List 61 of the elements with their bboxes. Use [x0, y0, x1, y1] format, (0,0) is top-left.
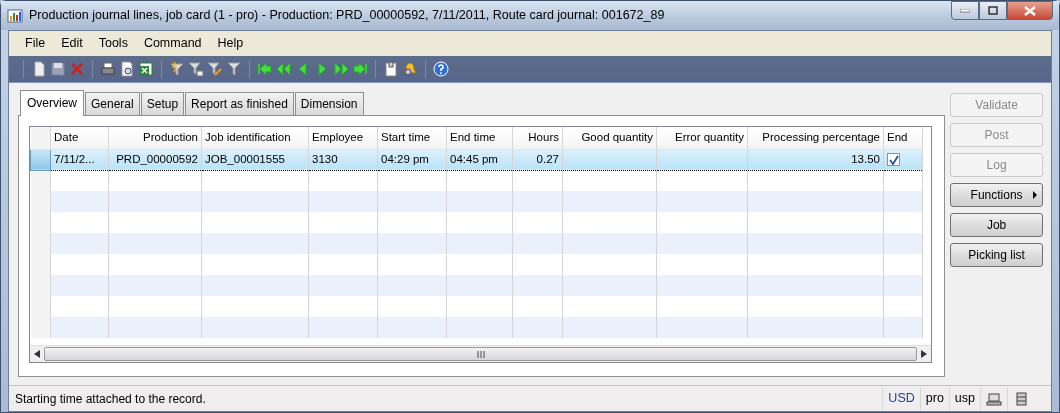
previous-page-icon[interactable] [276, 61, 292, 77]
save-icon[interactable] [50, 61, 66, 77]
minimize-button[interactable] [951, 1, 979, 20]
menu-item[interactable]: Tools [90, 34, 136, 53]
column-header[interactable]: Error quantity [656, 127, 748, 149]
column-header[interactable]: End time [446, 127, 513, 149]
help-icon[interactable] [433, 61, 449, 77]
column-header[interactable]: Start time [377, 127, 447, 149]
filter-icon[interactable] [188, 61, 204, 77]
status-message: Starting time attached to the record. [14, 390, 207, 408]
action-button[interactable]: Picking list [950, 243, 1043, 267]
submenu-arrow-icon [1033, 191, 1037, 199]
print-preview-icon[interactable] [119, 61, 135, 77]
tab[interactable]: Setup [140, 92, 185, 115]
grip-icon [476, 350, 485, 358]
window-title: Production journal lines, job card (1 - pro) - Production: PRD_00000592, 7/11/2011, Route card journal: 001672_89 [29, 7, 665, 25]
status-field[interactable]: pro [919, 387, 949, 410]
filter-icon[interactable] [169, 61, 185, 77]
tab[interactable]: Report as finished [185, 92, 294, 115]
column-header[interactable]: Employee [308, 127, 378, 149]
filter-icon[interactable] [207, 61, 223, 77]
column-header[interactable]: Production [108, 127, 202, 149]
bell-icon[interactable] [402, 61, 418, 77]
column-header[interactable]: End [883, 127, 923, 149]
tab[interactable]: Dimension [294, 92, 364, 115]
column-header[interactable]: Processing percentage [747, 127, 884, 149]
document-icon[interactable] [383, 61, 399, 77]
tab[interactable]: Overview [20, 90, 84, 116]
database-icon[interactable] [1013, 390, 1029, 407]
column-header[interactable]: Hours [512, 127, 563, 149]
spreadsheet-icon[interactable] [138, 61, 154, 77]
new-document-icon[interactable] [31, 61, 47, 77]
maximize-button[interactable] [979, 1, 1007, 20]
check-icon [888, 154, 899, 165]
app-icon [7, 7, 23, 24]
menu-item[interactable]: Help [209, 34, 252, 53]
next-page-icon[interactable] [333, 61, 349, 77]
status-field[interactable]: usp [948, 387, 980, 410]
tab[interactable]: General [85, 92, 140, 115]
menu-item[interactable]: Edit [53, 34, 91, 53]
menu-item[interactable]: File [17, 34, 54, 53]
close-button[interactable] [1007, 1, 1053, 20]
column-header[interactable]: Date [50, 127, 109, 149]
close-icon [1024, 5, 1036, 16]
first-record-icon[interactable] [257, 61, 273, 77]
minimize-icon [960, 8, 970, 13]
menu-item[interactable]: Command [135, 34, 210, 53]
scrollbar-thumb[interactable] [44, 347, 918, 361]
action-button[interactable]: Functions [950, 183, 1043, 207]
print-icon[interactable] [100, 61, 116, 77]
scroll-left-icon[interactable] [34, 350, 40, 358]
maximize-icon [988, 6, 998, 15]
column-header[interactable]: Good quantity [562, 127, 657, 149]
action-button[interactable]: Job [950, 213, 1043, 237]
computer-icon[interactable] [986, 390, 1002, 407]
filter-icon[interactable] [226, 61, 242, 77]
status-field[interactable]: USD [882, 387, 920, 410]
scroll-right-icon[interactable] [921, 350, 928, 358]
column-header[interactable]: Job identification [201, 127, 309, 149]
last-record-icon[interactable] [352, 61, 368, 77]
checkbox[interactable] [887, 153, 900, 167]
